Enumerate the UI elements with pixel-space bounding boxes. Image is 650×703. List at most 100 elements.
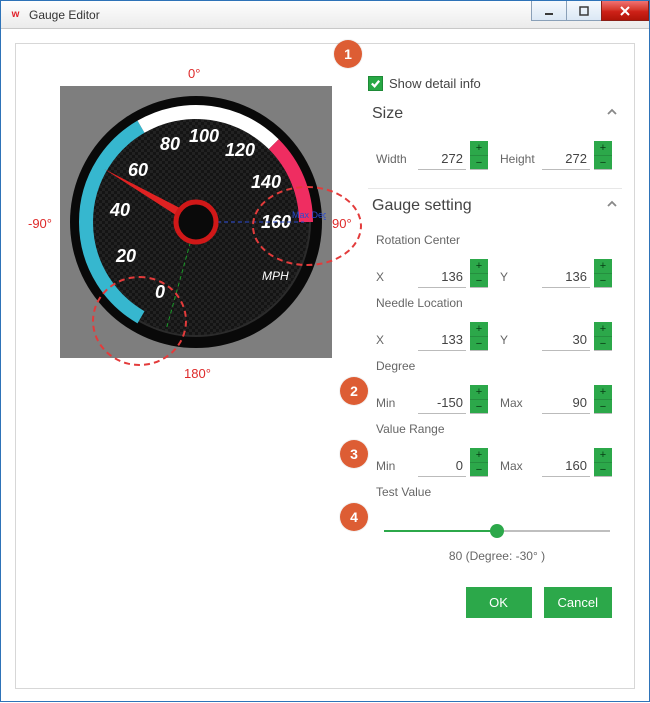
width-value[interactable]: 272: [418, 149, 466, 170]
needle-location-label: Needle Location: [376, 296, 618, 310]
chevron-up-icon: [606, 197, 618, 215]
rc-y-up[interactable]: +: [594, 259, 612, 273]
svg-text:100: 100: [189, 126, 219, 146]
rc-y-value[interactable]: 136: [542, 267, 590, 288]
minimize-button[interactable]: [531, 1, 567, 21]
width-step-down[interactable]: −: [470, 155, 488, 169]
nl-x-value[interactable]: 133: [418, 330, 466, 351]
annotation-marker-3-label: 3: [350, 446, 358, 462]
rotation-center-y-field: Y 136 +−: [500, 259, 612, 288]
annotation-marker-2: 2: [340, 377, 368, 405]
value-min-down[interactable]: −: [470, 462, 488, 476]
value-max-value[interactable]: 160: [542, 456, 590, 477]
value-min-value[interactable]: 0: [418, 456, 466, 477]
chevron-up-icon: [606, 105, 618, 123]
cancel-button[interactable]: Cancel: [544, 587, 612, 618]
test-value-label: Test Value: [376, 485, 618, 499]
window-title: Gauge Editor: [29, 8, 100, 22]
value-max-field: Max 160 +−: [500, 448, 612, 477]
svg-text:MPH: MPH: [262, 269, 289, 283]
height-value[interactable]: 272: [542, 149, 590, 170]
width-spinner: + −: [470, 141, 488, 170]
annotation-marker-1: 1: [334, 40, 362, 68]
nl-y-label: Y: [500, 333, 538, 351]
height-step-up[interactable]: +: [594, 141, 612, 155]
window-controls: [531, 1, 649, 28]
width-step-up[interactable]: +: [470, 141, 488, 155]
rc-y-down[interactable]: −: [594, 273, 612, 287]
annotation-marker-1-label: 1: [344, 46, 352, 62]
angle-label-top: 0°: [188, 66, 200, 81]
rc-x-value[interactable]: 136: [418, 267, 466, 288]
highlight-ellipse-min: [92, 276, 187, 366]
ok-button[interactable]: OK: [466, 587, 532, 618]
nl-y-value[interactable]: 30: [542, 330, 590, 351]
width-label: Width: [376, 152, 414, 170]
rotation-center-label: Rotation Center: [376, 233, 618, 247]
value-max-up[interactable]: +: [594, 448, 612, 462]
show-detail-label: Show detail info: [389, 76, 481, 91]
degree-min-value[interactable]: -150: [418, 393, 466, 414]
annotation-marker-4-label: 4: [350, 509, 358, 525]
degree-min-down[interactable]: −: [470, 399, 488, 413]
svg-text:40: 40: [109, 200, 130, 220]
nl-y-down[interactable]: −: [594, 336, 612, 350]
section-head-size[interactable]: Size: [368, 97, 622, 133]
annotation-marker-2-label: 2: [350, 383, 358, 399]
rc-x-down[interactable]: −: [470, 273, 488, 287]
nl-x-up[interactable]: +: [470, 322, 488, 336]
close-button[interactable]: [601, 1, 649, 21]
width-field: Width 272 + −: [376, 141, 488, 170]
needle-x-field: X 133 +−: [376, 322, 488, 351]
degree-max-label: Max: [500, 396, 538, 414]
annotation-marker-3: 3: [340, 440, 368, 468]
svg-text:80: 80: [160, 134, 180, 154]
degree-max-value[interactable]: 90: [542, 393, 590, 414]
svg-text:20: 20: [115, 246, 136, 266]
value-min-label: Min: [376, 459, 414, 477]
angle-label-left: -90°: [28, 216, 52, 231]
svg-text:120: 120: [225, 140, 255, 160]
value-min-up[interactable]: +: [470, 448, 488, 462]
rotation-center-x-field: X 136 +−: [376, 259, 488, 288]
titlebar: w Gauge Editor: [1, 1, 649, 29]
nl-x-label: X: [376, 333, 414, 351]
svg-text:140: 140: [251, 172, 281, 192]
degree-label: Degree: [376, 359, 618, 373]
value-range-label: Value Range: [376, 422, 618, 436]
angle-label-bottom: 180°: [184, 366, 211, 381]
section-title-size: Size: [372, 105, 403, 123]
value-max-down[interactable]: −: [594, 462, 612, 476]
window: w Gauge Editor 1 0° 90° 180°: [0, 0, 650, 702]
height-spinner: + −: [594, 141, 612, 170]
height-label: Height: [500, 152, 538, 170]
nl-y-up[interactable]: +: [594, 322, 612, 336]
degree-max-field: Max 90 +−: [500, 385, 612, 414]
value-max-label: Max: [500, 459, 538, 477]
slider-thumb[interactable]: [490, 524, 504, 538]
rc-x-up[interactable]: +: [470, 259, 488, 273]
rc-x-label: X: [376, 270, 414, 288]
show-detail-checkbox[interactable]: [368, 76, 383, 91]
svg-text:60: 60: [128, 160, 148, 180]
maximize-button[interactable]: [566, 1, 602, 21]
annotation-marker-4: 4: [340, 503, 368, 531]
angle-label-right: 90°: [332, 216, 352, 231]
test-value-slider[interactable]: [384, 521, 610, 541]
degree-min-up[interactable]: +: [470, 385, 488, 399]
degree-min-label: Min: [376, 396, 414, 414]
height-field: Height 272 + −: [500, 141, 612, 170]
test-value-readout: 80 (Degree: -30° ): [380, 549, 614, 563]
settings-panel: Show detail info Size Width 272: [368, 76, 622, 676]
gauge-preview: 0° 90° 180° -90°: [30, 76, 360, 396]
height-step-down[interactable]: −: [594, 155, 612, 169]
app-icon: w: [7, 7, 23, 23]
degree-max-up[interactable]: +: [594, 385, 612, 399]
degree-max-down[interactable]: −: [594, 399, 612, 413]
degree-min-field: Min -150 +−: [376, 385, 488, 414]
rc-y-label: Y: [500, 270, 538, 288]
section-head-gauge[interactable]: Gauge setting: [368, 189, 622, 225]
nl-x-down[interactable]: −: [470, 336, 488, 350]
section-title-gauge: Gauge setting: [372, 197, 472, 215]
value-min-field: Min 0 +−: [376, 448, 488, 477]
